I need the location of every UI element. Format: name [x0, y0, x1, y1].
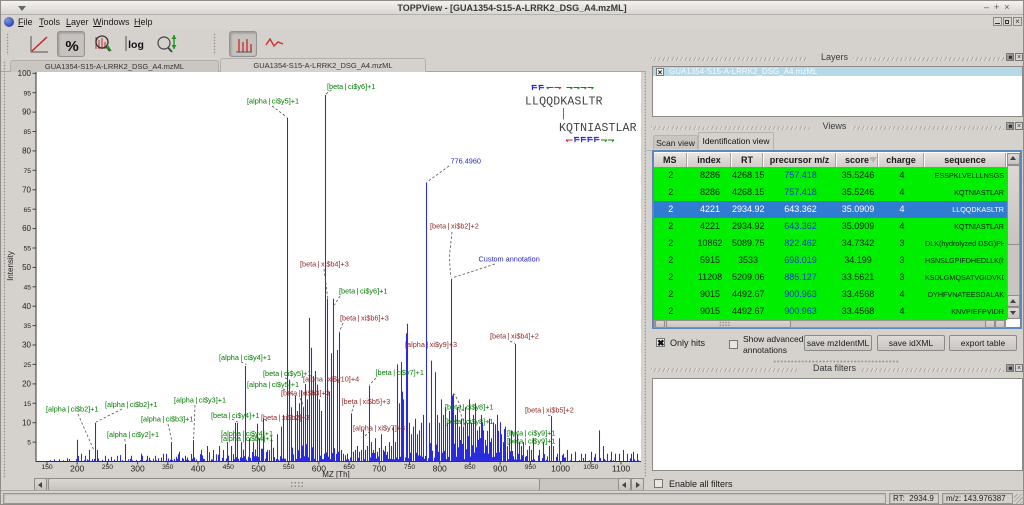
svg-text:[beta | ci$y8]+1: [beta | ci$y8]+1 — [445, 417, 493, 426]
svg-text:85: 85 — [23, 129, 31, 136]
svg-text:[beta | xi$b2]+2: [beta | xi$b2]+2 — [430, 221, 479, 230]
svg-text:[beta | ci$y9]+1: [beta | ci$y9]+1 — [507, 436, 555, 445]
svg-text:550: 550 — [283, 464, 295, 471]
svg-text:[beta | xi$b5]+3: [beta | xi$b5]+3 — [342, 397, 391, 406]
svg-text:5: 5 — [27, 440, 31, 447]
svg-text:75: 75 — [23, 168, 31, 175]
svg-text:[beta | xi$b6]+3: [beta | xi$b6]+3 — [340, 313, 389, 322]
svg-text:[alpha | ci$y5]+1: [alpha | ci$y5]+1 — [247, 96, 299, 105]
svg-text:[beta | xi$b4]+2: [beta | xi$b4]+2 — [490, 331, 539, 340]
svg-text:25: 25 — [23, 362, 31, 369]
svg-text:150: 150 — [41, 464, 53, 471]
svg-text:[alpha | xi$y7]+3: [alpha | xi$y7]+3 — [353, 423, 405, 432]
svg-text:700: 700 — [372, 464, 386, 474]
svg-text:900: 900 — [493, 464, 507, 474]
svg-text:[alpha | ci$b4]+1: [alpha | ci$b4]+1 — [221, 434, 274, 443]
svg-text:[alpha | xi$y10]+4: [alpha | xi$y10]+4 — [303, 374, 359, 383]
svg-text:400: 400 — [191, 464, 205, 474]
svg-text:1050: 1050 — [583, 464, 598, 471]
svg-text:[beta | xi$b5]+2: [beta | xi$b5]+2 — [525, 405, 574, 414]
svg-text:100: 100 — [18, 69, 32, 78]
svg-text:350: 350 — [162, 464, 174, 471]
svg-text:45: 45 — [23, 284, 31, 291]
svg-text:Intensity: Intensity — [6, 251, 15, 281]
svg-text:|: | — [560, 108, 567, 121]
svg-text:[beta | xi$b2]+3: [beta | xi$b2]+3 — [261, 413, 310, 422]
svg-text:[alpha | ci$y4]+1: [alpha | ci$y4]+1 — [219, 353, 271, 362]
svg-text:[beta | xi$b3]+3: [beta | xi$b3]+3 — [281, 388, 330, 397]
svg-text:[beta | ci$y8]+1: [beta | ci$y8]+1 — [445, 402, 493, 411]
svg-text:80: 80 — [22, 147, 31, 156]
svg-text:800: 800 — [433, 464, 447, 474]
svg-text:[beta | xi$b4]+3: [beta | xi$b4]+3 — [300, 259, 349, 268]
svg-text:[alpha | ci$y3]+1: [alpha | ci$y3]+1 — [174, 395, 226, 404]
svg-text:50: 50 — [22, 263, 31, 272]
svg-text:1100: 1100 — [612, 464, 631, 474]
svg-text:[beta | ci$y6]+1: [beta | ci$y6]+1 — [339, 286, 387, 295]
svg-text:10: 10 — [22, 418, 31, 427]
svg-text:LLQQDKASLTR: LLQQDKASLTR — [525, 96, 603, 109]
svg-text:[alpha | ci$b2]+1: [alpha | ci$b2]+1 — [46, 404, 99, 413]
svg-text:65: 65 — [23, 207, 31, 214]
svg-text:950: 950 — [525, 464, 537, 471]
svg-text:40: 40 — [22, 302, 31, 311]
svg-text:250: 250 — [102, 464, 114, 471]
svg-text:70: 70 — [22, 185, 31, 194]
svg-text:90: 90 — [22, 108, 31, 117]
svg-text:[beta | ci$y7]+1: [beta | ci$y7]+1 — [376, 368, 424, 377]
svg-text:KQTNIASTLAR: KQTNIASTLAR — [559, 122, 637, 135]
svg-text:35: 35 — [23, 323, 31, 330]
svg-text:[beta | ci$y6]+1: [beta | ci$y6]+1 — [327, 82, 375, 91]
svg-text:20: 20 — [22, 380, 31, 389]
svg-text:450: 450 — [223, 464, 235, 471]
svg-text:[beta | ci$y4]+1: [beta | ci$y4]+1 — [211, 411, 259, 420]
svg-text:[alpha | ci$b2]+1: [alpha | ci$b2]+1 — [105, 400, 158, 409]
svg-text:750: 750 — [404, 464, 416, 471]
svg-text:95: 95 — [23, 90, 31, 97]
svg-text:[alpha | xi$y9]+3: [alpha | xi$y9]+3 — [405, 340, 457, 349]
svg-text:200: 200 — [70, 464, 84, 474]
svg-text:776.4960: 776.4960 — [451, 156, 481, 165]
svg-text:500: 500 — [251, 464, 265, 474]
svg-text:1000: 1000 — [551, 464, 570, 474]
svg-text:15: 15 — [23, 401, 31, 408]
svg-text:300: 300 — [131, 464, 145, 474]
svg-text:[alpha | ci$b3]+1: [alpha | ci$b3]+1 — [141, 414, 194, 423]
svg-text:850: 850 — [464, 464, 476, 471]
svg-text:[alpha | ci$y2]+1: [alpha | ci$y2]+1 — [107, 430, 159, 439]
svg-text:55: 55 — [23, 246, 31, 253]
svg-text:Custom annotation: Custom annotation — [479, 254, 540, 263]
svg-text:60: 60 — [22, 224, 31, 233]
svg-text:30: 30 — [22, 341, 31, 350]
